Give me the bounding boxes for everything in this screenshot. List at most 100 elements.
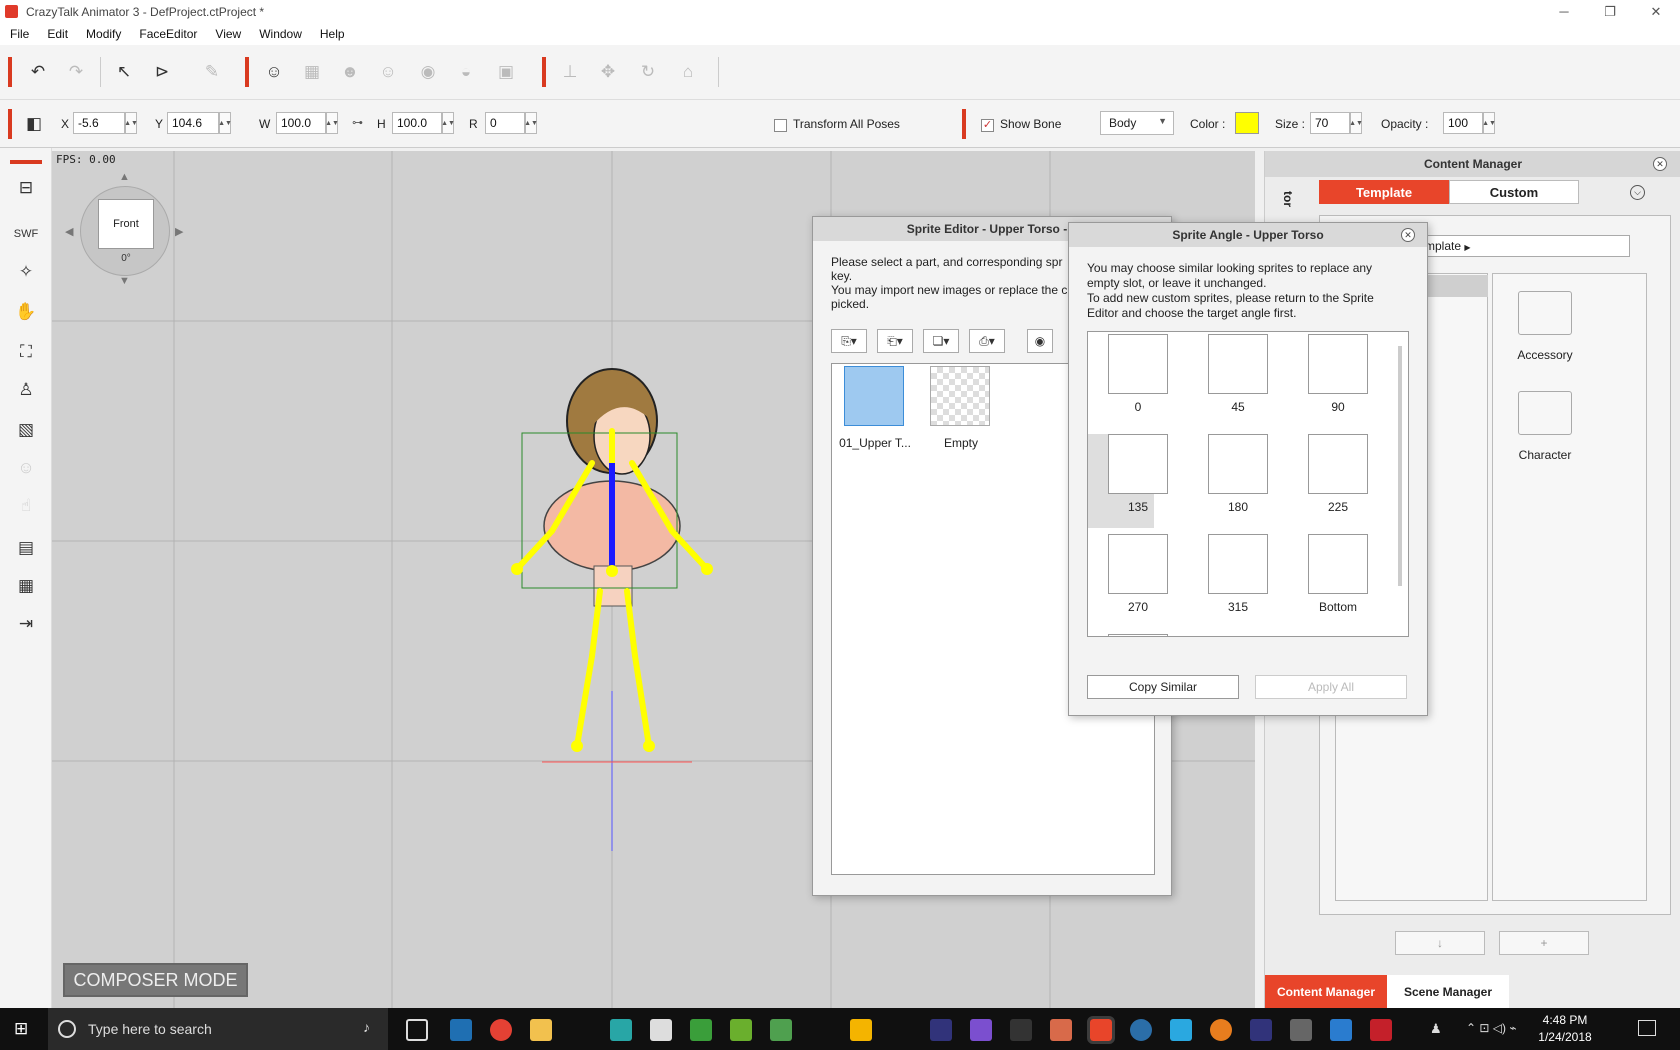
swf-icon[interactable]: SWF (12, 220, 40, 248)
mesh-icon[interactable]: ▧ (12, 416, 40, 444)
move-icon[interactable]: ✥ (594, 58, 622, 86)
windows-start-icon[interactable]: ⊞ (14, 1020, 34, 1040)
app-icon[interactable] (1330, 1019, 1352, 1041)
tab-template[interactable]: Template (1319, 180, 1449, 204)
show-bone-checkbox[interactable]: ✓ (981, 119, 994, 132)
angle-slot[interactable] (1108, 334, 1168, 394)
head-icon[interactable]: ☻ (336, 58, 364, 86)
hand-puppet-icon[interactable]: ☝ (12, 492, 40, 520)
menu-modify[interactable]: Modify (76, 27, 129, 41)
sprite-thumb-empty[interactable] (930, 366, 990, 426)
transform-all-poses-checkbox[interactable] (774, 119, 787, 132)
head-bulb-icon[interactable]: ☺ (260, 58, 288, 86)
eye-icon[interactable]: ◉ (414, 58, 442, 86)
apply-all-button[interactable]: Apply All (1255, 675, 1407, 699)
flip-icon[interactable]: ⊳ (148, 58, 176, 86)
hand-icon[interactable]: ✋ (12, 298, 40, 326)
w-spinner[interactable]: ▲▼ (325, 112, 339, 134)
epic-games-icon[interactable] (1010, 1019, 1032, 1041)
xbox-icon[interactable] (770, 1019, 792, 1041)
visual-studio-icon[interactable] (970, 1019, 992, 1041)
menu-view[interactable]: View (205, 27, 249, 41)
w-field[interactable]: 100.0 (276, 112, 326, 134)
crazytalk-icon[interactable] (1087, 1016, 1115, 1044)
r-spinner[interactable]: ▲▼ (524, 112, 538, 134)
steam-icon[interactable] (450, 1019, 472, 1041)
down-arrow-icon[interactable]: ▼ (119, 275, 130, 287)
opacity-field[interactable]: 100 (1443, 112, 1483, 134)
undo-icon[interactable]: ↶ (24, 58, 52, 86)
angle-slot[interactable] (1208, 334, 1268, 394)
edit-icon[interactable]: ⎙▾ (969, 329, 1005, 353)
eye-icon[interactable]: ◉ (1027, 329, 1053, 353)
blender-icon[interactable] (1210, 1019, 1232, 1041)
people-icon[interactable]: ♟ (1430, 1021, 1442, 1037)
r-field[interactable]: 0 (485, 112, 525, 134)
angle-slot[interactable] (1208, 534, 1268, 594)
angle-slot[interactable] (1308, 334, 1368, 394)
select-arrow-icon[interactable]: ↖ (110, 58, 138, 86)
body-select[interactable]: Body ▼ (1100, 111, 1174, 135)
h-spinner[interactable]: ▲▼ (441, 112, 455, 134)
photoshop-icon[interactable] (1250, 1019, 1272, 1041)
h-field[interactable]: 100.0 (392, 112, 442, 134)
accessory-folder-icon[interactable] (1518, 291, 1572, 335)
box-icon[interactable]: ▣ (492, 58, 520, 86)
app-icon[interactable] (1130, 1019, 1152, 1041)
file-explorer-icon[interactable] (530, 1019, 552, 1041)
bone-icon[interactable]: ⛶ (12, 338, 40, 366)
rotate-icon[interactable]: ↻ (634, 58, 662, 86)
close-icon[interactable]: ✕ (1653, 157, 1667, 171)
copy-similar-button[interactable]: Copy Similar (1087, 675, 1239, 699)
close-icon[interactable]: ✕ (1401, 228, 1415, 242)
angle-slot[interactable] (1108, 434, 1168, 494)
app-icon[interactable] (610, 1019, 632, 1041)
magic-icon[interactable]: ✧ (12, 258, 40, 286)
transform-tool-icon[interactable]: ◧ (20, 110, 48, 138)
menu-window[interactable]: Window (249, 27, 310, 41)
up-arrow-icon[interactable]: ▲ (119, 171, 130, 183)
character-folder-icon[interactable] (1518, 391, 1572, 435)
grid-icon[interactable]: ▦ (298, 58, 326, 86)
clock[interactable]: 4:48 PM 1/24/2018 (1535, 1012, 1595, 1046)
replace-icon[interactable]: ⎗▾ (877, 329, 913, 353)
composer-mode-button[interactable]: COMPOSER MODE (63, 963, 248, 997)
taskbar-search[interactable]: Type here to search ♪ (48, 1008, 388, 1050)
home-icon[interactable]: ⌂ (674, 58, 702, 86)
view-label[interactable]: Front (98, 199, 154, 249)
tab-custom[interactable]: Custom (1449, 180, 1579, 204)
face-icon[interactable]: ☺ (374, 58, 402, 86)
right-arrow-icon[interactable]: ▶ (175, 225, 183, 238)
task-view-icon[interactable] (406, 1019, 428, 1041)
chrome-icon[interactable] (490, 1019, 512, 1041)
close-window-button[interactable]: ✕ (1633, 0, 1679, 23)
import-icon[interactable]: ⎘▾ (831, 329, 867, 353)
restore-button[interactable]: ❐ (1587, 0, 1633, 23)
pin-icon[interactable]: ⊥ (556, 58, 584, 86)
left-arrow-icon[interactable]: ◀ (65, 225, 73, 238)
sprite-grid-icon[interactable]: ▦ (12, 572, 40, 600)
link-icon[interactable]: ⊶ (352, 116, 363, 129)
add-icon[interactable]: + (1499, 931, 1589, 955)
photoshop-icon[interactable] (930, 1019, 952, 1041)
collapse-icon[interactable]: ⌵ (1630, 185, 1645, 200)
app-icon[interactable] (850, 1019, 872, 1041)
scrollbar-thumb[interactable] (1398, 346, 1402, 586)
view-navigator[interactable]: ▲ ▼ ◀ ▶ Front 0° (65, 171, 183, 287)
redo-icon[interactable]: ↷ (62, 58, 90, 86)
x-spinner[interactable]: ▲▼ (124, 112, 138, 134)
angle-slot[interactable] (1308, 534, 1368, 594)
pen-icon[interactable]: ✎ (198, 58, 226, 86)
tray-icons[interactable]: ⌃ ⊡ ◁) ⌁ (1466, 1021, 1517, 1035)
unity-icon[interactable] (650, 1019, 672, 1041)
notification-icon[interactable] (1638, 1020, 1656, 1036)
opacity-spinner[interactable]: ▲▼ (1482, 112, 1496, 134)
menu-file[interactable]: File (0, 27, 37, 41)
tab-content-manager[interactable]: Content Manager (1265, 975, 1387, 1008)
app-icon[interactable] (730, 1019, 752, 1041)
app-icon[interactable] (1050, 1019, 1072, 1041)
angle-slot[interactable] (1108, 634, 1168, 636)
microphone-icon[interactable]: ♪ (363, 1019, 370, 1035)
app-icon[interactable] (1290, 1019, 1312, 1041)
minimize-button[interactable]: ─ (1541, 0, 1587, 23)
